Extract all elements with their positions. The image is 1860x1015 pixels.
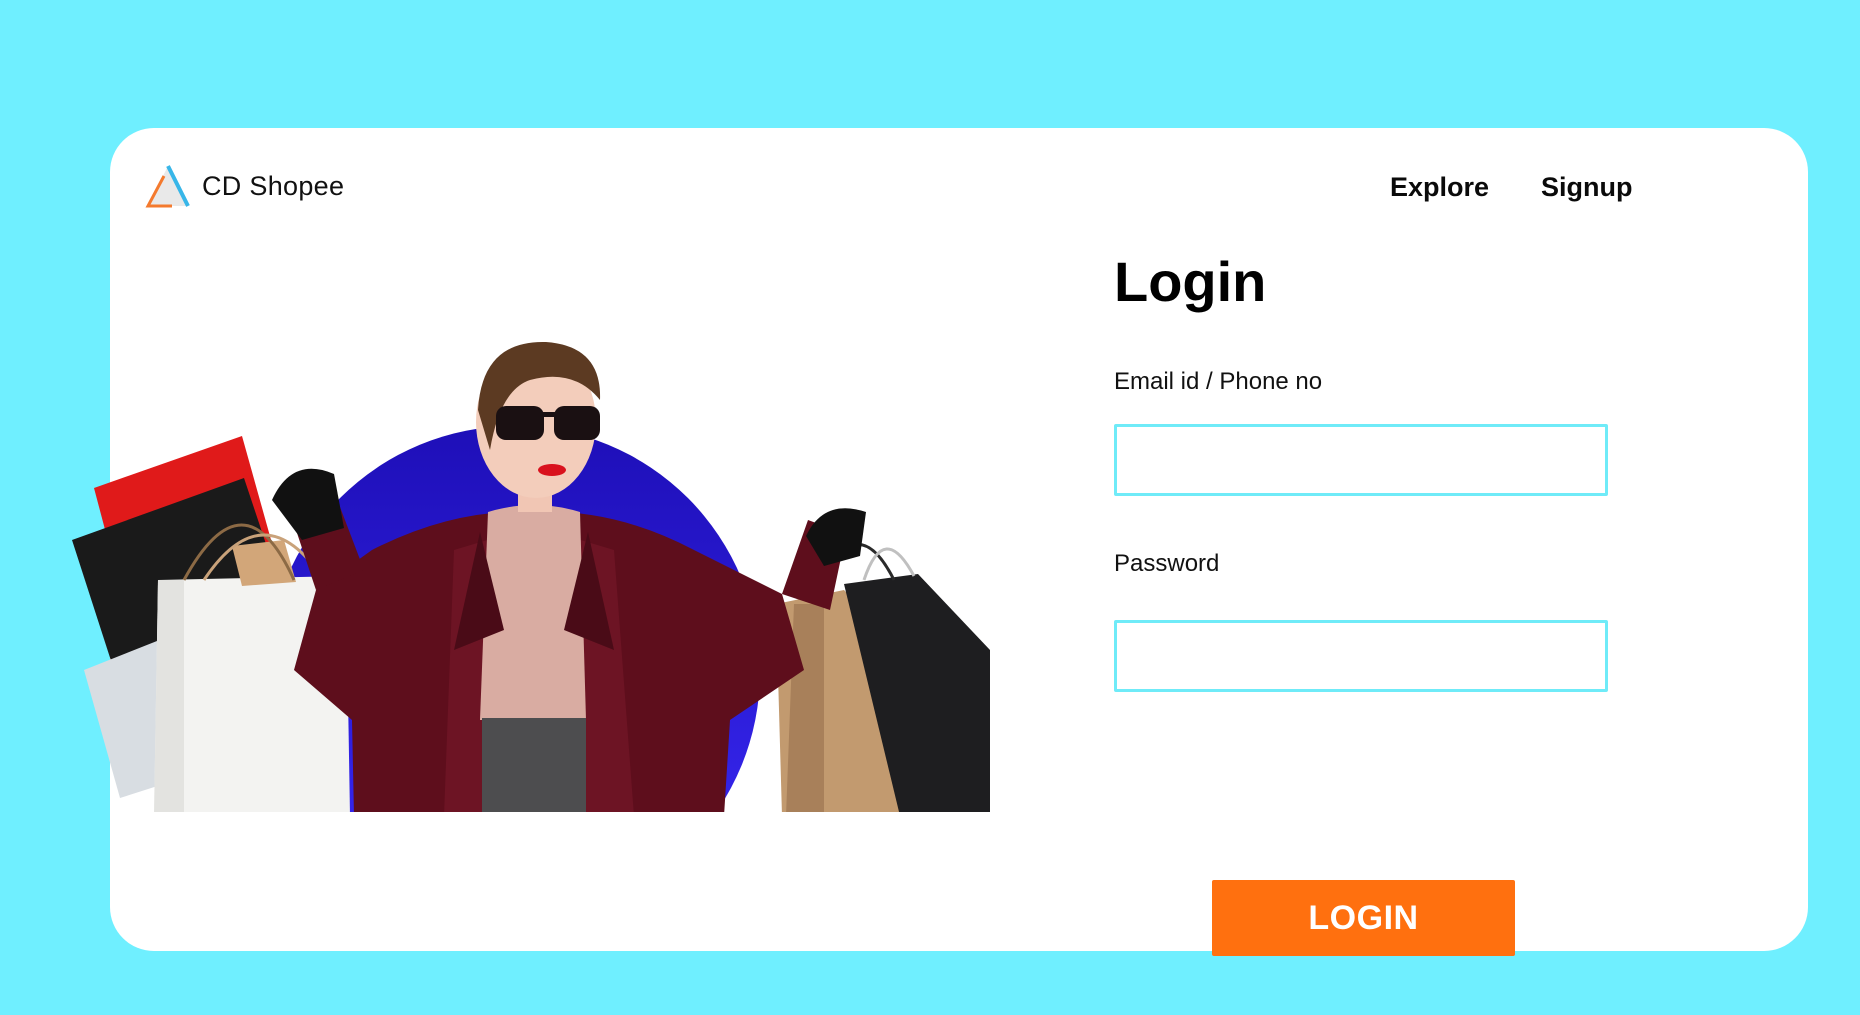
- login-form: Login Email id / Phone no Password LOGIN: [1114, 248, 1614, 956]
- top-nav: Explore Signup: [1390, 172, 1633, 203]
- nav-signup-link[interactable]: Signup: [1541, 172, 1632, 203]
- login-button[interactable]: LOGIN: [1212, 880, 1515, 956]
- password-label: Password: [1114, 550, 1220, 577]
- password-input[interactable]: [1114, 620, 1608, 692]
- login-card: CD Shopee Explore Signup Login Email id …: [72, 128, 1808, 956]
- hero-image: [72, 341, 990, 812]
- triangle-logo-icon: [145, 165, 190, 208]
- login-title: Login: [1114, 250, 1267, 313]
- email-input[interactable]: [1114, 424, 1608, 496]
- email-label: Email id / Phone no: [1114, 368, 1323, 395]
- brand[interactable]: CD Shopee: [144, 162, 344, 210]
- nav-explore-link[interactable]: Explore: [1390, 172, 1489, 203]
- brand-name: CD Shopee: [202, 170, 345, 201]
- woman-figure: [272, 341, 866, 812]
